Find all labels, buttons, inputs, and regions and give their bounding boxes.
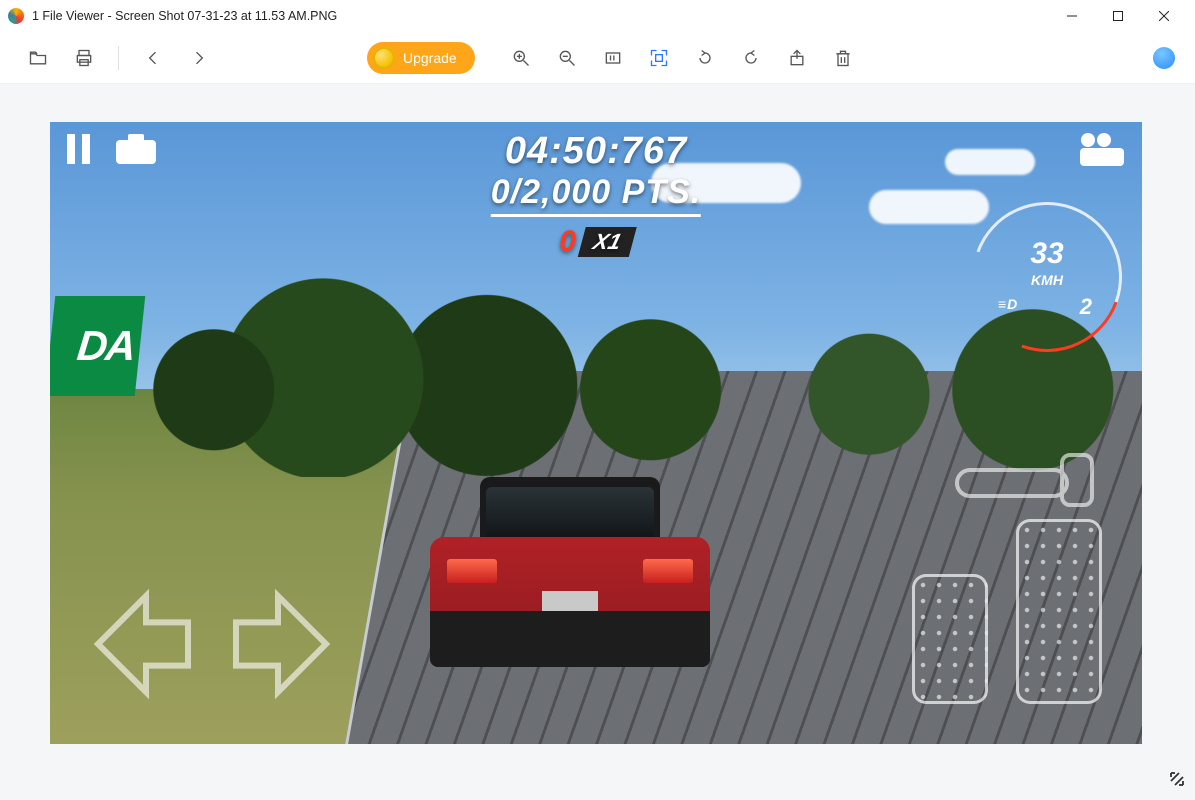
camera-view-toggle-icon[interactable] [1078,132,1128,173]
delete-button[interactable] [825,40,861,76]
minimize-button[interactable] [1049,0,1095,32]
zoom-in-button[interactable] [503,40,539,76]
actual-size-button[interactable] [595,40,631,76]
previous-button[interactable] [135,40,171,76]
gas-pedal[interactable] [1016,519,1102,704]
dolphin-icon[interactable] [1153,47,1175,69]
speedometer: 33 KMH 2 ≡D [972,202,1122,352]
headlight-icon: ≡D [998,296,1018,312]
print-button[interactable] [66,40,102,76]
maximize-button[interactable] [1095,0,1141,32]
steer-left-button[interactable] [80,584,200,704]
speed-unit: KMH [972,272,1122,288]
resize-handle[interactable] [1169,771,1185,792]
steer-right-button[interactable] [224,584,344,704]
toolbar-separator [118,46,119,70]
hud-overlay: 04:50:767 0/2,000 PTS. 0 X1 33 KMH 2 ≡D [50,122,1142,744]
hud-multiplier-x: X1 [578,227,637,257]
toolbar: Upgrade [0,32,1195,84]
fit-to-screen-button[interactable] [641,40,677,76]
share-button[interactable] [779,40,815,76]
handbrake-button[interactable] [952,445,1102,520]
rotate-left-button[interactable] [687,40,723,76]
upgrade-label: Upgrade [403,50,457,66]
window-titlebar: 1 File Viewer - Screen Shot 07-31-23 at … [0,0,1195,32]
window-title: 1 File Viewer - Screen Shot 07-31-23 at … [32,9,337,23]
hud-timer: 04:50:767 [491,130,701,173]
hud-points: 0/2,000 PTS. [491,173,701,217]
camera-icon[interactable] [114,132,158,171]
coin-icon [373,47,395,69]
next-button[interactable] [181,40,217,76]
gear-indicator: 2 [1080,294,1092,320]
pause-icon[interactable] [64,132,94,171]
close-button[interactable] [1141,0,1187,32]
viewer-content: DA 04:5 [0,84,1195,800]
rotate-right-button[interactable] [733,40,769,76]
zoom-out-button[interactable] [549,40,585,76]
hud-multiplier-zero: 0 [559,225,576,259]
brake-pedal[interactable] [912,574,988,704]
app-icon [8,8,24,24]
game-screenshot: DA 04:5 [50,122,1142,744]
open-file-button[interactable] [20,40,56,76]
speed-value: 33 [972,237,1122,271]
upgrade-button[interactable]: Upgrade [367,42,475,74]
